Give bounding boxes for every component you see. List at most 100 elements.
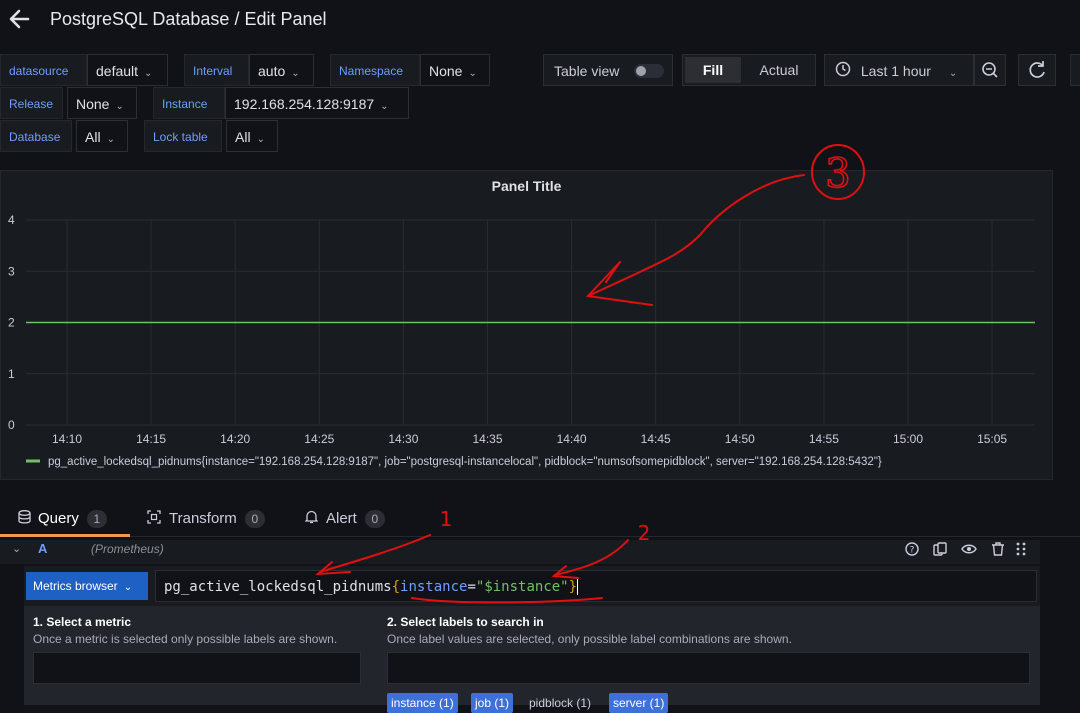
step2-help: Once label values are selected, only pos… <box>387 632 792 646</box>
var-value-instance: 192.168.254.128:9187 <box>234 96 375 112</box>
var-label-lock-table: Lock table <box>144 120 222 152</box>
query-input[interactable]: pg_active_lockedsql_pidnums{instance="$i… <box>155 570 1037 602</box>
table-view-toggle[interactable]: Table view <box>543 54 673 86</box>
time-range-label: Last 1 hour <box>860 63 931 79</box>
active-tab-underline <box>0 534 130 537</box>
time-series-chart: 0 1 2 3 4 14:10 14:15 14:20 14:25 14:30 14:35 14:40… <box>8 213 1035 468</box>
var-select-database[interactable]: All ⌄ <box>76 120 128 152</box>
brace-close: } <box>568 579 578 595</box>
y-tick-label: 2 <box>8 316 15 330</box>
page-title: PostgreSQL Database / Edit Panel <box>50 9 327 29</box>
chevron-down-icon: ⌄ <box>468 68 477 79</box>
tab-transform-label: Transform <box>169 510 237 527</box>
metrics-browser-button[interactable]: Metrics browser ⌄ <box>26 572 148 600</box>
transform-icon <box>147 510 161 524</box>
step2-title: 2. Select labels to search in <box>387 615 544 629</box>
query-ref-id[interactable]: A <box>38 541 47 556</box>
x-tick-label: 14:10 <box>52 432 82 446</box>
x-tick-label: 14:50 <box>725 432 755 446</box>
chevron-down-icon: ⌄ <box>115 101 124 112</box>
chevron-down-icon: ⌄ <box>948 68 958 79</box>
y-tick-label: 3 <box>8 264 15 278</box>
x-tick-label: 14:45 <box>641 432 671 446</box>
x-tick-label: 14:55 <box>809 432 839 446</box>
var-label-database: Database <box>0 120 72 152</box>
x-tick-label: 14:30 <box>388 432 418 446</box>
chevron-down-icon: ⌄ <box>106 134 115 145</box>
toolbar-overflow-button[interactable] <box>1070 54 1080 86</box>
toggle-switch[interactable] <box>634 64 664 78</box>
brace-open: { <box>391 579 401 595</box>
label-search-input[interactable] <box>387 652 1030 684</box>
back-arrow-icon[interactable] <box>8 8 30 30</box>
equals-sign: = <box>467 579 476 595</box>
var-value-release: None <box>76 96 110 112</box>
tab-query[interactable]: Query 1 <box>18 510 107 528</box>
actual-button[interactable]: Actual <box>743 57 815 83</box>
var-label-datasource: datasource <box>0 54 87 86</box>
var-value-database: All <box>85 129 101 145</box>
drag-handle-icon[interactable] <box>1013 541 1029 557</box>
trash-icon[interactable] <box>990 541 1006 557</box>
query-metric: pg_active_lockedsql_pidnums <box>164 579 392 595</box>
label-chip-job[interactable]: job (1) <box>471 693 514 713</box>
chevron-down-icon: ⌄ <box>123 582 133 593</box>
var-select-namespace[interactable]: None ⌄ <box>420 54 490 86</box>
y-tick-label: 1 <box>8 367 15 381</box>
chevron-down-icon: ⌄ <box>380 101 389 112</box>
database-icon <box>18 510 31 524</box>
x-tick-label: 14:35 <box>472 432 502 446</box>
tab-alert[interactable]: Alert 0 <box>304 510 385 528</box>
var-value-namespace: None <box>429 63 463 79</box>
var-value-datasource: default <box>96 63 139 79</box>
tab-query-label: Query <box>38 510 79 527</box>
fill-button[interactable]: Fill <box>685 57 741 83</box>
var-select-interval[interactable]: auto ⌄ <box>249 54 314 86</box>
chevron-down-icon: ⌄ <box>256 134 265 145</box>
bell-icon <box>304 510 319 524</box>
var-label-interval: Interval <box>184 54 249 86</box>
y-tick-label: 0 <box>8 418 15 432</box>
x-tick-label: 14:15 <box>136 432 166 446</box>
query-label-value: "$instance" <box>475 579 569 595</box>
metrics-browser-label: Metrics browser <box>33 579 118 593</box>
tab-query-count: 1 <box>86 510 107 528</box>
help-icon[interactable]: ? <box>904 541 920 557</box>
y-tick-label: 4 <box>8 213 15 227</box>
refresh-button[interactable] <box>1018 54 1056 86</box>
collapse-chevron-icon[interactable]: ⌄ <box>12 542 21 555</box>
var-select-instance[interactable]: 192.168.254.128:9187 ⌄ <box>225 87 409 119</box>
label-chip-server[interactable]: server (1) <box>609 693 669 713</box>
fill-actual-group: Fill Actual <box>682 54 816 86</box>
label-chip-pidblock[interactable]: pidblock (1) <box>525 693 595 713</box>
step1-help: Once a metric is selected only possible … <box>33 632 338 646</box>
clock-icon <box>835 56 851 88</box>
divider <box>0 536 1080 537</box>
chevron-down-icon: ⌄ <box>291 68 300 79</box>
var-select-release[interactable]: None ⌄ <box>67 87 137 119</box>
x-tick-label: 15:00 <box>893 432 923 446</box>
duplicate-icon[interactable] <box>932 541 948 557</box>
var-value-lock-table: All <box>235 129 251 145</box>
x-tick-label: 15:05 <box>977 432 1007 446</box>
x-tick-label: 14:20 <box>220 432 250 446</box>
var-label-release: Release <box>0 87 63 119</box>
refresh-icon <box>1029 61 1045 78</box>
label-chip-instance[interactable]: instance (1) <box>387 693 458 713</box>
query-datasource: (Prometheus) <box>91 542 164 556</box>
metric-search-input[interactable] <box>33 652 361 684</box>
tab-transform[interactable]: Transform 0 <box>147 510 265 528</box>
var-select-lock-table[interactable]: All ⌄ <box>226 120 278 152</box>
step1-title: 1. Select a metric <box>33 615 132 629</box>
tab-alert-label: Alert <box>326 510 357 527</box>
text-cursor <box>577 579 579 595</box>
query-label-key: instance <box>400 579 468 595</box>
eye-icon[interactable] <box>961 541 977 557</box>
tab-alert-count: 0 <box>364 510 385 528</box>
time-range-picker[interactable]: Last 1 hour ⌄ <box>824 54 974 86</box>
legend-label: pg_active_lockedsql_pidnums{instance="19… <box>48 456 882 468</box>
table-view-label: Table view <box>554 63 620 79</box>
zoom-out-button[interactable] <box>974 54 1006 86</box>
var-select-datasource[interactable]: default ⌄ <box>87 54 168 86</box>
var-label-instance: Instance <box>153 87 225 119</box>
